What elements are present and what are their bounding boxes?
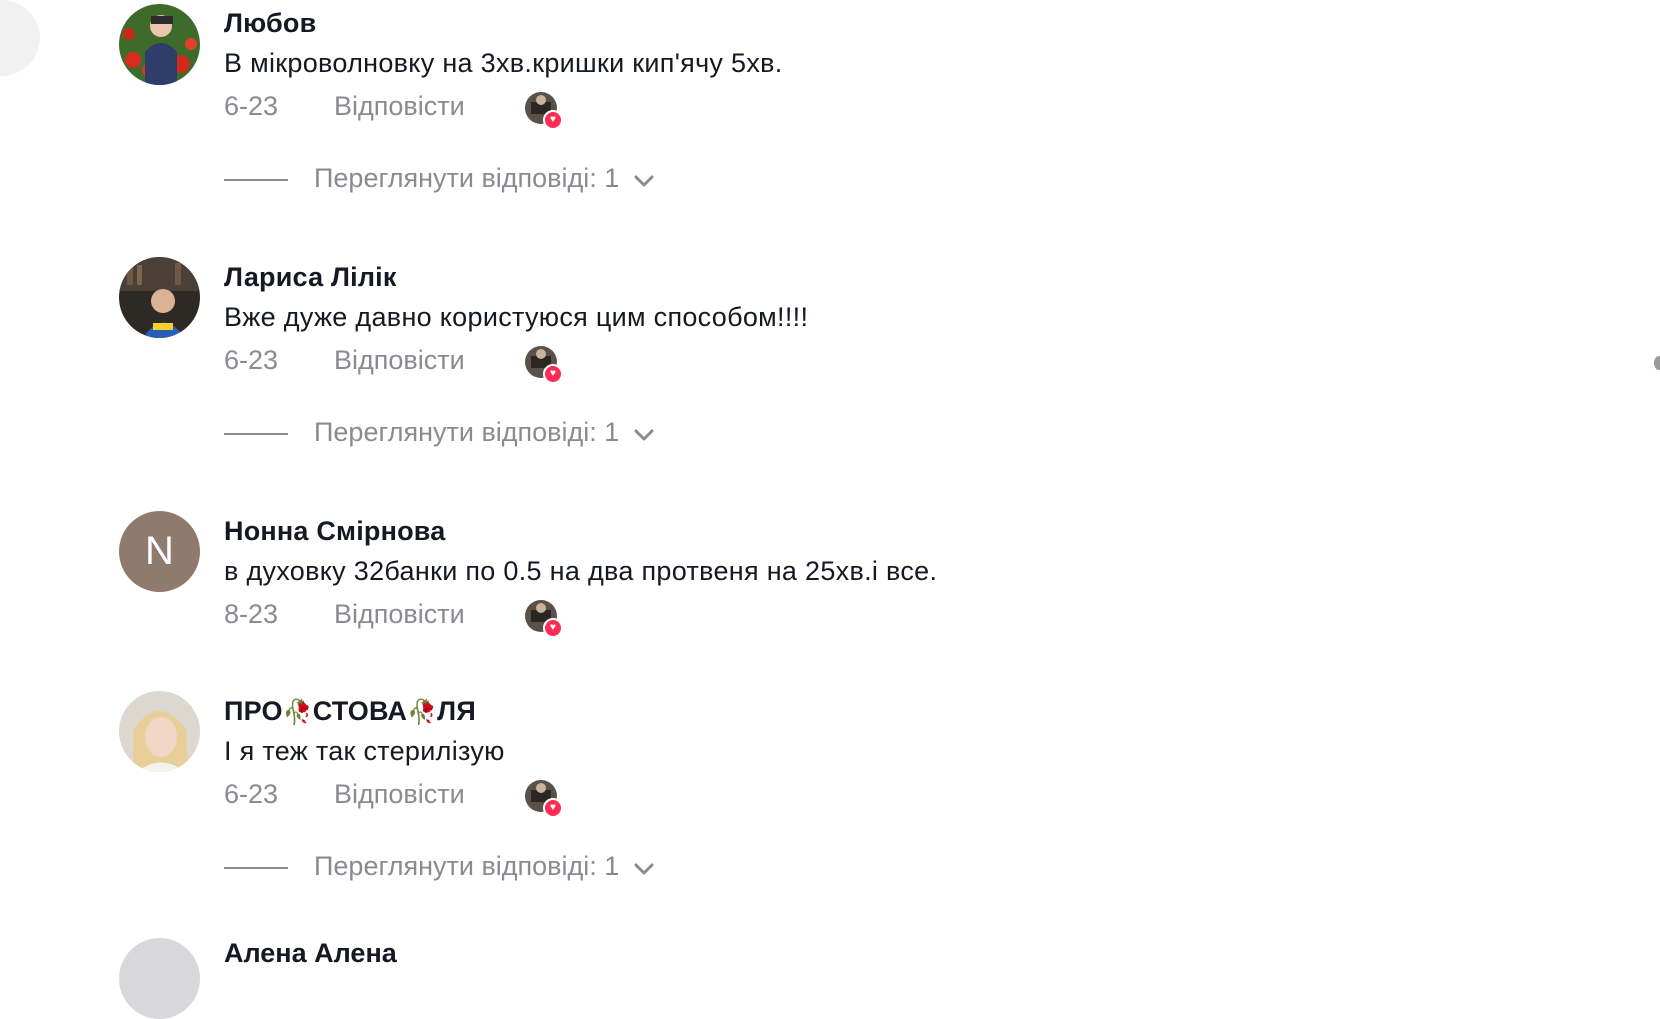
reply-button[interactable]: Відповісти (334, 91, 465, 122)
view-replies-label: Переглянути відповіді: 1 (314, 417, 620, 447)
view-replies-button[interactable]: Переглянути відповіді: 1 (224, 163, 655, 195)
rose-icon: 🥀 (282, 699, 313, 726)
divider-line (224, 432, 288, 435)
heart-icon: ♥ (543, 798, 563, 818)
username-part: ПРО (224, 696, 283, 726)
comment-username[interactable]: Нонна Смірнова (224, 516, 445, 547)
avatar[interactable] (119, 257, 200, 338)
side-panel-edge (0, 0, 40, 76)
heart-icon: ♥ (543, 618, 563, 638)
view-replies-label: Переглянути відповіді: 1 (314, 851, 620, 881)
chevron-down-icon (633, 852, 655, 883)
comment-username[interactable]: Любов (224, 8, 316, 39)
comment-text: В мікроволновку на 3хв.кришки кип'ячу 5х… (224, 48, 783, 78)
chevron-down-icon (633, 418, 655, 449)
comment-date: 8-23 (224, 599, 279, 629)
reply-button[interactable]: Відповісти (334, 599, 465, 630)
view-replies-button[interactable]: Переглянути відповіді: 1 (224, 417, 655, 449)
chevron-down-icon (633, 164, 655, 195)
comment-text: Вже дуже давно користуюся цим способом!!… (224, 302, 809, 332)
view-replies-button[interactable]: Переглянути відповіді: 1 (224, 851, 655, 883)
divider-line (224, 178, 288, 181)
comment-meta: 8-23 Відповісти (224, 599, 465, 630)
avatar[interactable] (119, 4, 200, 85)
comment-meta: 6-23 Відповісти (224, 779, 465, 810)
comment-meta: 6-23 Відповісти (224, 91, 465, 122)
rose-icon: 🥀 (407, 699, 438, 726)
comment-date: 6-23 (224, 91, 279, 121)
comment-username[interactable]: Лариса Лілік (224, 262, 397, 293)
scrollbar-edge[interactable] (1654, 356, 1660, 370)
view-replies-label: Переглянути відповіді: 1 (314, 163, 620, 193)
reply-button[interactable]: Відповісти (334, 345, 465, 376)
comment-text: І я теж так стерилізую (224, 736, 505, 766)
comment-username[interactable]: ПРО🥀СТОВА🥀ЛЯ (224, 696, 476, 727)
avatar[interactable] (119, 691, 200, 772)
username-part: СТОВА (312, 696, 408, 726)
heart-icon: ♥ (543, 110, 563, 130)
heart-icon: ♥ (543, 364, 563, 384)
creator-liked-badge: ♥ (525, 600, 563, 638)
divider-line (224, 866, 288, 869)
avatar[interactable]: N (119, 511, 200, 592)
creator-liked-badge: ♥ (525, 780, 563, 818)
comment-meta: 6-23 Відповісти (224, 345, 465, 376)
creator-liked-badge: ♥ (525, 92, 563, 130)
username-part: ЛЯ (437, 696, 476, 726)
avatar[interactable] (119, 938, 200, 1019)
reply-button[interactable]: Відповісти (334, 779, 465, 810)
comment-username[interactable]: Алена Алена (224, 938, 397, 969)
comment-text: в духовку 32банки по 0.5 на два протвеня… (224, 556, 938, 586)
comment-date: 6-23 (224, 779, 279, 809)
comment-date: 6-23 (224, 345, 279, 375)
creator-liked-badge: ♥ (525, 346, 563, 384)
